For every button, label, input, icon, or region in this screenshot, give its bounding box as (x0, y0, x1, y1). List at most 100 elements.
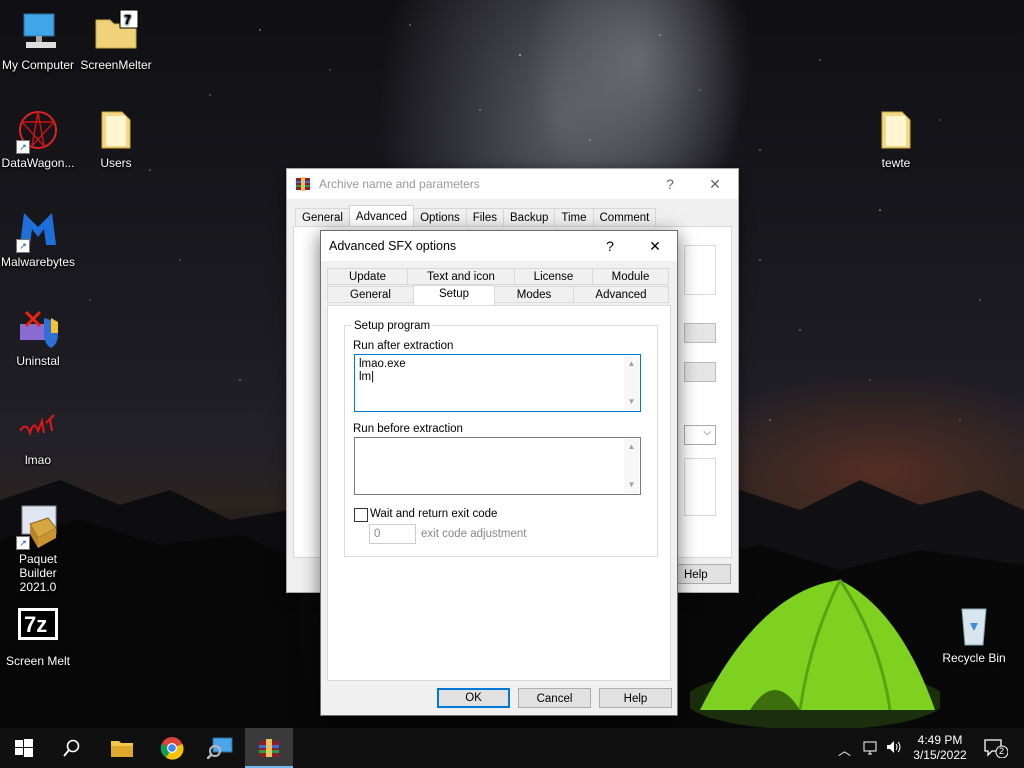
cancel-button[interactable]: Cancel (518, 688, 591, 708)
winrar-icon (295, 176, 311, 192)
tab-general[interactable]: General (295, 208, 350, 226)
tab-update[interactable]: Update (327, 268, 408, 285)
scroll-up-icon[interactable]: ▲ (624, 357, 639, 371)
run-before-scrollbar[interactable]: ▲ ▼ (624, 439, 639, 493)
shortcut-arrow-icon: ↗ (16, 536, 30, 550)
exit-code-input[interactable]: 0 (369, 524, 416, 544)
help-title-button[interactable]: ? (587, 231, 633, 261)
close-button[interactable]: ✕ (632, 231, 678, 261)
desktop-icon-users[interactable]: Users (78, 106, 154, 170)
back-dropdown[interactable]: ⌵ (684, 425, 716, 445)
ok-button[interactable]: OK (437, 688, 510, 708)
desktop-icon-uninstal[interactable]: Uninstal (0, 304, 76, 368)
chevron-up-icon[interactable]: ︿ (838, 740, 851, 759)
help-button[interactable]: Help (677, 564, 731, 584)
desktop-icon-label: tewte (881, 156, 911, 170)
desktop-icon-malwarebytes[interactable]: ↗ Malwarebytes (0, 205, 76, 269)
run-before-textarea[interactable]: ▲ ▼ (354, 437, 641, 495)
wait-exit-code-label: Wait and return exit code (370, 508, 498, 520)
advanced-sfx-options-dialog: Advanced SFX options ? ✕ Update Text and… (320, 230, 678, 716)
network-icon[interactable] (862, 740, 880, 759)
scroll-down-icon[interactable]: ▼ (624, 478, 639, 492)
tab-comment[interactable]: Comment (592, 208, 657, 226)
folder-7z-icon: 7 (92, 8, 140, 56)
desktop-icon-screen-melt[interactable]: 7z Screen Melt (0, 604, 76, 668)
computer-icon (14, 8, 62, 56)
tab-setup[interactable]: Setup (413, 285, 495, 305)
back-groupbox (684, 458, 716, 516)
clock-time: 4:49 PM (917, 733, 963, 747)
desktop-icon-label: Recycle Bin (942, 651, 1006, 665)
malwarebytes-icon: ↗ (14, 205, 62, 253)
uninstall-shield-icon (14, 304, 62, 352)
svg-text:7z: 7z (24, 612, 47, 637)
desktop-icon-paquet-builder[interactable]: ↗ Paquet Builder 2021.0 (0, 502, 76, 594)
desktop-icon-label: Malwarebytes (0, 255, 76, 269)
lmao-icon (14, 403, 62, 451)
desktop-icon-my-computer[interactable]: My Computer (0, 8, 76, 72)
back-groupbox (684, 245, 716, 295)
wallpaper-tent (690, 579, 940, 730)
dialog-title: Advanced SFX options (329, 239, 457, 253)
close-button[interactable]: ✕ (692, 169, 738, 199)
desktop-icon-tewte[interactable]: tewte (858, 106, 934, 170)
tab-modes[interactable]: Modes (494, 286, 574, 303)
recycle-bin-icon (950, 601, 998, 649)
back-button[interactable] (684, 323, 716, 343)
folder-icon (872, 106, 920, 154)
tab-options[interactable]: Options (413, 208, 467, 226)
help-title-button[interactable]: ? (647, 169, 693, 199)
tab-time[interactable]: Time (554, 208, 594, 226)
shortcut-arrow-icon: ↗ (16, 239, 30, 253)
tab-backup[interactable]: Backup (503, 208, 556, 226)
tab-module[interactable]: Module (592, 268, 669, 285)
winrar-icon[interactable] (245, 728, 293, 768)
file-explorer-icon[interactable] (98, 728, 146, 768)
run-after-textarea[interactable]: lmao.exe lm| ▲ ▼ (354, 354, 641, 412)
tab-text-and-icon[interactable]: Text and icon (407, 268, 515, 285)
tab-files[interactable]: Files (465, 208, 504, 226)
shortcut-arrow-icon: ↗ (16, 140, 30, 154)
help-button[interactable]: Help (599, 688, 672, 708)
scroll-up-icon[interactable]: ▲ (624, 440, 639, 454)
run-after-text: lmao.exe lm| (359, 358, 406, 383)
taskbar: ︿ 4:49 PM 3/15/2022 2 (0, 728, 1024, 768)
exit-code-label: exit code adjustment (421, 528, 527, 540)
tab-advanced[interactable]: Advanced (573, 286, 669, 303)
text-caret: | (371, 371, 375, 383)
wait-exit-code-checkbox[interactable] (354, 508, 368, 522)
group-label: Setup program (352, 320, 433, 332)
notification-center-icon[interactable]: 2 (984, 738, 1009, 761)
desktop-icon-label: DataWagon... (1, 156, 75, 170)
window-title: Archive name and parameters (319, 177, 480, 191)
desktop-icon-screenmelter[interactable]: 7 ScreenMelter (78, 8, 154, 72)
notification-count: 2 (999, 746, 1005, 756)
tab-general[interactable]: General (327, 286, 414, 303)
remote-desktop-icon[interactable] (196, 728, 244, 768)
desktop-icon-label-line2: Builder 2021.0 (19, 566, 57, 594)
run-before-label: Run before extraction (353, 423, 463, 435)
back-tabs: General Advanced Options Files Backup Ti… (295, 205, 657, 226)
desktop-icon-datawagon[interactable]: ↗ DataWagon... (0, 106, 76, 170)
desktop-icon-label: ScreenMelter (80, 58, 152, 72)
search-icon[interactable] (48, 728, 96, 768)
tab-license[interactable]: License (514, 268, 593, 285)
7z-icon: 7z (14, 604, 62, 652)
back-button[interactable] (684, 362, 716, 382)
desktop-icon-label: Uninstal (16, 354, 60, 368)
scroll-down-icon[interactable]: ▼ (624, 395, 639, 409)
chevron-down-icon: ⌵ (703, 427, 711, 438)
tab-advanced[interactable]: Advanced (348, 205, 415, 226)
chrome-icon[interactable] (148, 728, 196, 768)
desktop-icon-recycle-bin[interactable]: Recycle Bin (936, 601, 1012, 665)
desktop-icon-label-line1: Paquet (18, 552, 58, 566)
run-after-scrollbar[interactable]: ▲ ▼ (624, 356, 639, 410)
desktop-icon-lmao[interactable]: lmao (0, 403, 76, 467)
desktop-icon-label: Screen Melt (5, 654, 71, 668)
run-after-label: Run after extraction (353, 340, 454, 352)
volume-icon[interactable] (885, 739, 903, 758)
start-icon[interactable] (0, 728, 48, 768)
paquet-builder-icon: ↗ (14, 502, 62, 550)
svg-text:7: 7 (124, 12, 131, 27)
clock[interactable]: 4:49 PM 3/15/2022 (910, 733, 970, 763)
